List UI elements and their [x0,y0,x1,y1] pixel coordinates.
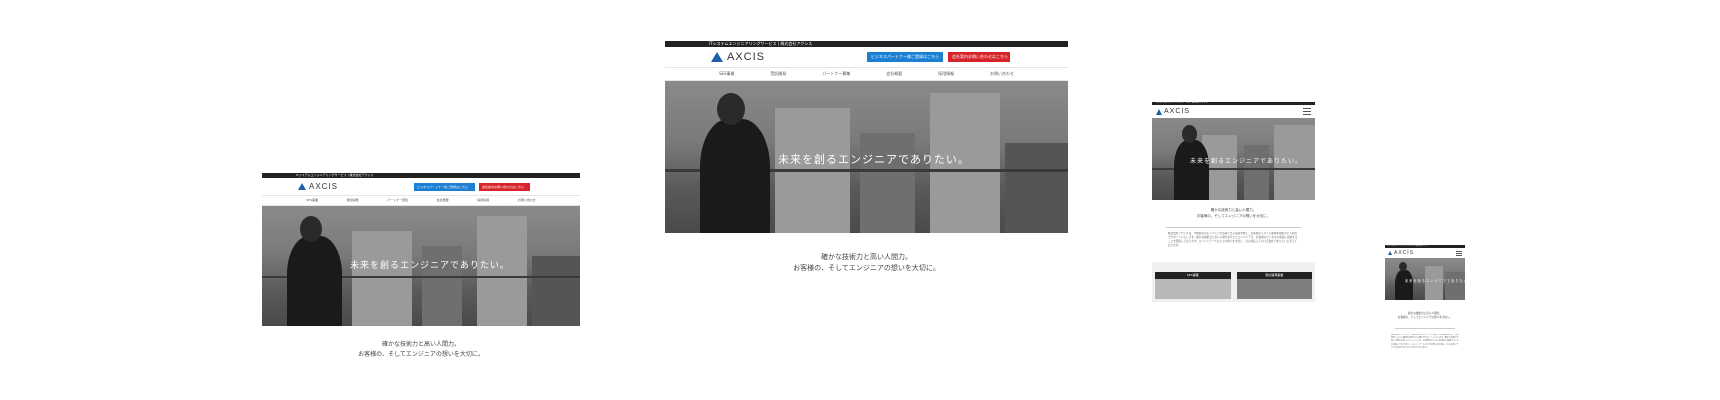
header: AXCIS [1152,105,1315,118]
nav-item-company[interactable]: 会社概要 [886,68,902,80]
main-nav: SES事業 受託開発 パートナー募集 会社概要 採用情報 お問い合わせ [262,195,580,206]
tagline: 確かな技術力と高い人間力。 お客様の、そしてエンジニアの想いを大切に。 [1152,208,1315,219]
building [1425,266,1443,300]
person-silhouette [1395,270,1413,300]
desktop-mockup-small: ITシステムエンジニアリングサービス | 株式会社アクシス AXCIS ビジネス… [262,173,580,333]
partner-register-button[interactable]: ビジネスパートナー様ご登録はこちら [867,52,943,62]
intro-text: 株式会社アクシスは、IT技術者のエンジニアが活躍できる環境を整え、お客様のシステ… [1391,334,1459,349]
card-ses-image [1155,279,1231,300]
topbar-text: ITシステムエンジニアリングサービス | 株式会社アクシス [709,41,813,46]
intro-text: 株式会社アクシスは、IT技術者のエンジニアが活躍できる環境を整え、お客様のシステ… [1168,232,1298,248]
logo[interactable]: AXCIS [1388,250,1414,256]
logo[interactable]: AXCIS [1156,108,1190,115]
tablet-mockup: ITシステムエンジニアリングサービス | 株式会社アクシス AXCIS 未来を創… [1152,102,1315,302]
building [477,216,527,326]
logo-mark-icon [711,52,723,62]
nav-item-recruit[interactable]: 採用情報 [477,196,489,205]
person-silhouette [1174,140,1209,200]
logo-mark-icon [1388,251,1392,255]
divider [1166,227,1301,229]
hero-image: 未来を創るエンジニアでありたい。 [1152,118,1315,200]
hero-image: 未来を創るエンジニアでありたい。 [665,81,1068,233]
service-cards: SES事業 受託開発事業 [1152,262,1315,302]
nav-item-ses[interactable]: SES事業 [306,196,318,205]
topbar-text: ITシステムエンジニアリングサービス | 株式会社アクシス [296,173,374,177]
logo-text: AXCIS [1394,250,1415,256]
logo-text: AXCIS [1164,108,1191,115]
hero-heading: 未来を創るエンジニアでありたい。 [350,261,510,271]
logo[interactable]: AXCIS [298,182,338,191]
building [1244,145,1269,200]
person-silhouette [700,119,770,233]
header: AXCIS ビジネスパートナー様ご登録はこちら 会社案内お問い合わせはこちら [262,178,580,195]
building [1005,143,1068,233]
tagline-large: 確かな技術力と高い人間力。 お客様の、そしてエンジニアの想いを大切に。 [665,252,1068,274]
hero-heading: 未来を創るエンジニアでありたい。 [1405,279,1465,283]
person-head [300,216,322,242]
building [352,231,412,326]
topbar-text: ITシステムエンジニアリングサービス | 株式会社アクシス [1387,246,1429,247]
hero-image: 未来を創るエンジニアでありたい。 [1385,258,1465,300]
main-nav: SES事業 受託開発 パートナー募集 会社概要 採用情報 お問い合わせ [665,67,1068,81]
nav-item-contact[interactable]: お問い合わせ [518,196,536,205]
tagline-line-2: お客様の、そしてエンジニアの想いを大切に。 [1397,316,1453,320]
partner-register-button[interactable]: ビジネスパートナー様ご登録はこちら [414,182,475,191]
nav-item-company[interactable]: 会社概要 [437,196,449,205]
person-head [1399,262,1407,271]
desktop-mockup-large: ITシステムエンジニアリングサービス | 株式会社アクシス AXCIS ビジネス… [665,41,1068,237]
phone-mockup: ITシステムエンジニアリングサービス | 株式会社アクシス AXCIS 未来を創… [1385,245,1465,365]
header: AXCIS [1385,248,1465,258]
nav-item-development[interactable]: 受託開発 [770,68,786,80]
building [1445,272,1465,300]
nav-item-ses[interactable]: SES事業 [719,68,735,80]
person-silhouette [287,236,342,326]
nav-item-partner[interactable]: パートナー募集 [387,196,408,205]
nav-item-development[interactable]: 受託開発 [347,196,359,205]
nav-item-partner[interactable]: パートナー募集 [822,68,850,80]
tagline-line-2: お客様の、そしてエンジニアの想いを大切に。 [1196,213,1271,218]
logo-text: AXCIS [309,182,339,191]
card-dev[interactable]: 受託開発事業 [1236,272,1312,302]
person-head [1182,125,1197,143]
contact-button[interactable]: 会社案内お問い合わせはこちら [948,52,1010,62]
topbar-text: ITシステムエンジニアリングサービス | 株式会社アクシス [1156,102,1208,104]
logo-mark-icon [1156,108,1162,115]
divider [1395,328,1455,330]
card-dev-image [1236,279,1312,300]
nav-item-contact[interactable]: お問い合わせ [990,68,1014,80]
header: AXCIS ビジネスパートナー様ご登録はこちら 会社案内お問い合わせはこちら [665,47,1068,67]
contact-button[interactable]: 会社案内お問い合わせはこちら [479,182,530,191]
tagline-line-2: お客様の、そしてエンジニアの想いを大切に。 [358,350,484,358]
tagline-line-1: 確かな技術力と高い人間力。 [821,253,912,261]
tagline: 確かな技術力と高い人間力。 お客様の、そしてエンジニアの想いを大切に。 [1385,312,1465,320]
card-dev-title: 受託開発事業 [1236,272,1312,280]
card-ses-title: SES事業 [1155,272,1231,280]
tagline-line-1: 確かな技術力と高い人間力。 [381,341,460,348]
card-ses[interactable]: SES事業 [1155,272,1231,302]
person-head [717,93,745,125]
logo-mark-icon [298,183,306,190]
hamburger-menu-icon[interactable] [1456,250,1462,256]
tagline-small: 確かな技術力と高い人間力。 お客様の、そしてエンジニアの想いを大切に。 [262,340,580,359]
logo-text: AXCIS [727,51,766,63]
logo[interactable]: AXCIS [711,51,765,63]
hamburger-menu-icon[interactable] [1303,108,1311,115]
building [532,256,580,326]
hero-heading: 未来を創るエンジニアでありたい。 [778,153,970,166]
building [860,133,915,233]
tagline-line-2: お客様の、そしてエンジニアの想いを大切に。 [793,264,940,273]
nav-item-recruit[interactable]: 採用情報 [938,68,954,80]
hero-heading: 未来を創るエンジニアでありたい。 [1190,158,1302,165]
hero-image: 未来を創るエンジニアでありたい。 [262,206,580,326]
